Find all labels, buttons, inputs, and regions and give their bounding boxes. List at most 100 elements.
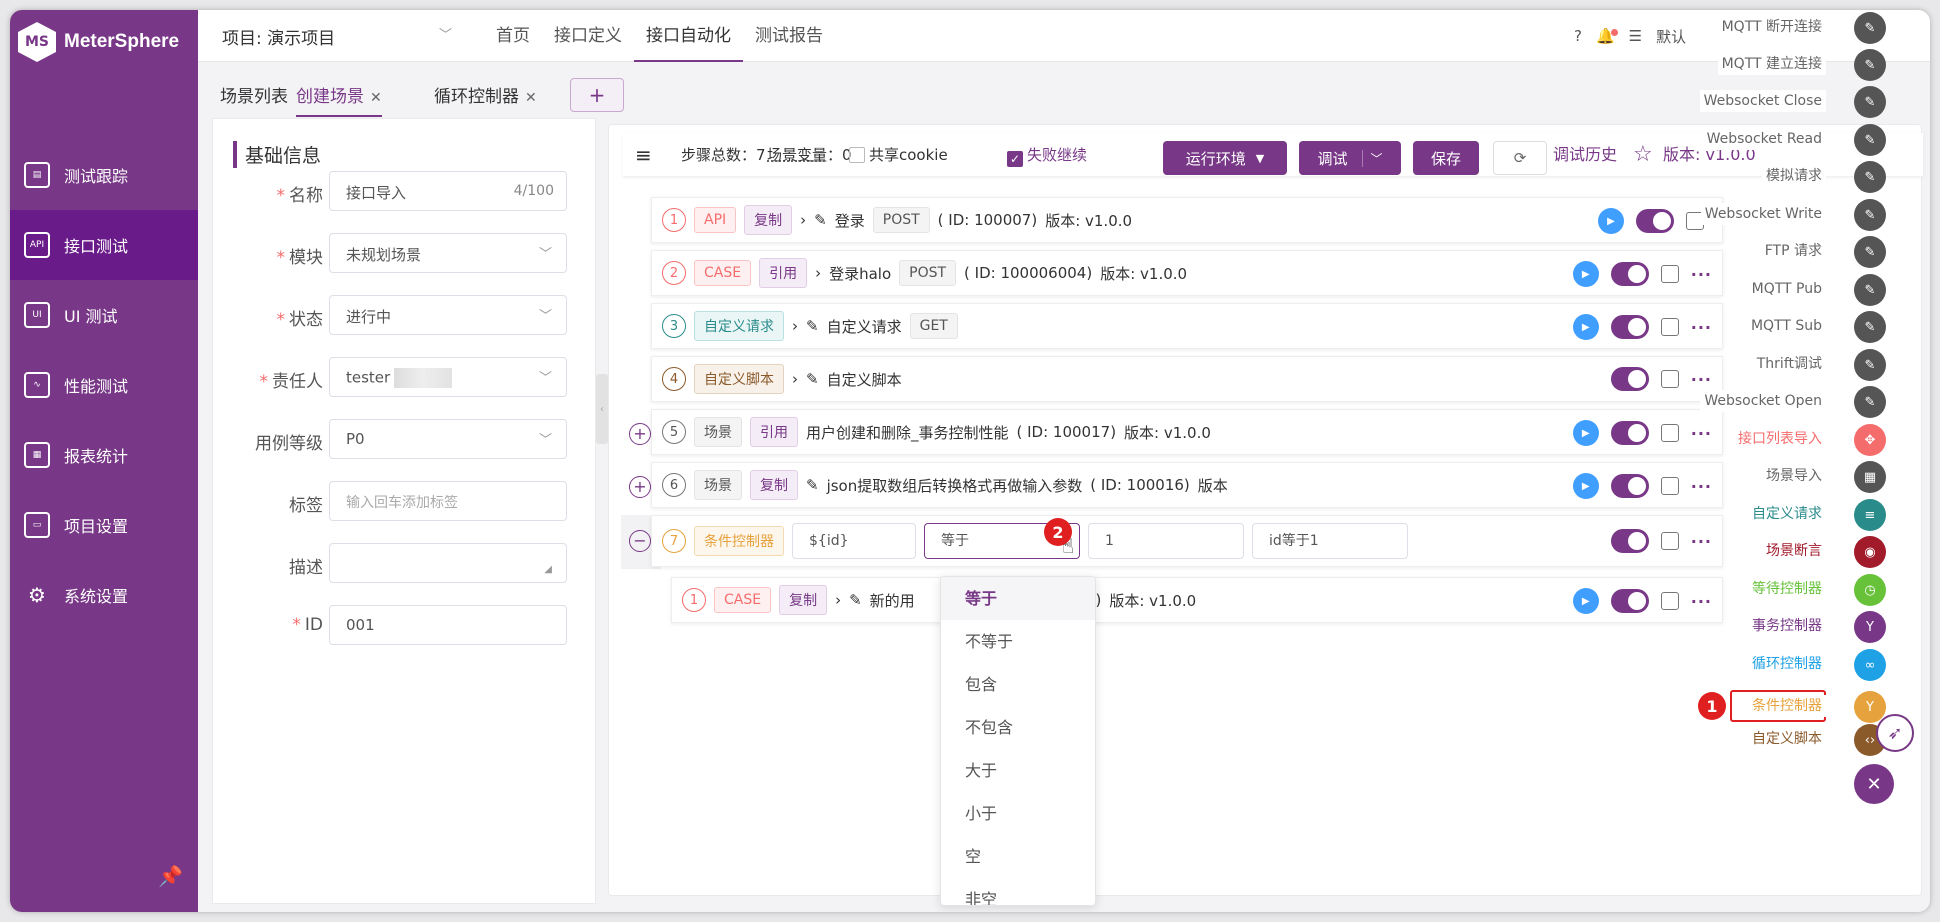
copy-icon[interactable] [1660,477,1679,495]
tab-scene-list[interactable]: 场景列表 [220,82,288,107]
sidebar-item-project-settings[interactable]: ▭ 项目设置 [10,490,198,560]
collapse-icon[interactable]: − [629,530,651,552]
operator-option[interactable]: 包含 [941,663,1095,706]
chevron-right-icon[interactable]: › [835,591,841,609]
operator-option[interactable]: 不等于 [941,620,1095,663]
edit-icon[interactable]: ✎ [1854,12,1886,44]
save-button[interactable]: 保存 [1413,141,1479,175]
enable-toggle[interactable] [1610,589,1649,613]
star-icon[interactable]: ☆ [1633,133,1653,177]
branch-icon[interactable]: Y [1854,611,1886,643]
float-item-mqtt-pub[interactable]: MQTT Pub [1747,278,1826,300]
project-selector[interactable]: 项目: 演示项目 ﹀ [222,24,452,49]
close-menu-button[interactable]: ✕ [1854,764,1894,804]
clock-icon[interactable]: ◷ [1854,574,1886,606]
float-item-thrift[interactable]: Thrift调试 [1752,353,1826,375]
add-tab-button[interactable]: + [570,78,624,112]
copy-icon[interactable] [1660,318,1679,336]
expand-icon[interactable]: + [629,476,651,498]
operator-option[interactable]: 大于 [941,749,1095,792]
float-item-wait-controller[interactable]: 等待控制器 [1748,578,1826,600]
condition-value-input[interactable]: 1 [1088,523,1244,559]
tag-input[interactable]: 输入回车添加标签 [329,481,567,521]
edit-icon[interactable]: ✎ [1854,86,1886,118]
copy-icon[interactable] [1660,265,1679,283]
top-nav-api-definition[interactable]: 接口定义 [542,10,634,62]
debug-button[interactable]: 调试 ﹀ [1299,141,1401,175]
chevron-right-icon[interactable]: › [800,211,806,229]
edit-icon[interactable]: ✎ [814,211,827,229]
operator-option[interactable]: 空 [941,835,1095,878]
condition-remark-input[interactable]: id等于1 [1252,523,1408,559]
edit-icon[interactable]: ✎ [849,591,862,609]
menu-icon[interactable]: ≡ [635,133,652,177]
edit-icon[interactable]: ✎ [1854,349,1886,381]
step-row[interactable]: 1 API 复制 › ✎ 登录 POST ( ID: 100007) 版本: v1… [651,197,1723,243]
name-input[interactable]: 接口导入 4/100 [329,171,567,211]
module-select[interactable]: 未规划场景 ﹀ [329,233,567,273]
task-list-icon[interactable]: ☰ [1629,27,1642,45]
top-nav-api-automation[interactable]: 接口自动化 [634,10,743,62]
sidebar-item-system-settings[interactable]: ⚙ 系统设置 [10,560,198,630]
float-item-if-controller[interactable]: 条件控制器 [1748,695,1826,717]
run-environment-button[interactable]: 运行环境 ▼ [1163,141,1287,175]
operator-option[interactable]: 不包含 [941,706,1095,749]
collapse-handle[interactable]: ‹ [596,374,608,444]
step-row[interactable]: 5 场景 引用 用户创建和删除_事务控制性能 ( ID: 100017) 版本:… [651,409,1723,455]
copy-icon[interactable] [1660,424,1679,442]
condition-variable-input[interactable]: ${id} [792,523,916,559]
float-item-transaction-controller[interactable]: 事务控制器 [1748,615,1826,637]
copy-icon[interactable] [1660,532,1679,550]
bell-icon[interactable]: 🔔 [1596,27,1618,45]
edit-icon[interactable]: ✎ [1854,386,1886,418]
sidebar-item-report[interactable]: ▦ 报表统计 [10,420,198,490]
float-item-mqtt-connect[interactable]: MQTT 建立连接 [1717,53,1826,75]
float-item-mock-request[interactable]: 模拟请求 [1762,165,1826,187]
share-cookie-checkbox[interactable]: 共享cookie [849,133,948,177]
edit-icon[interactable]: ✎ [1854,199,1886,231]
more-icon[interactable]: ··· [1691,424,1712,443]
step-row[interactable]: 2 CASE 引用 › 登录halo POST ( ID: 100006004)… [651,250,1723,296]
copy-icon[interactable] [1660,370,1679,388]
condition-controller-row[interactable]: 7 条件控制器 ${id} 等于︿ 1 id等于1 ··· [651,515,1723,567]
float-item-ftp[interactable]: FTP 请求 [1760,240,1826,262]
chevron-right-icon[interactable]: › [792,370,798,388]
play-icon[interactable]: ▶ [1572,420,1599,446]
close-icon[interactable]: ✕ [370,90,382,106]
step-row[interactable]: 1 CASE 复制 › ✎新的用 0007003) 版本: v1.0.0 ▶··… [671,577,1723,623]
logo[interactable]: MS MeterSphere [18,16,179,68]
more-icon[interactable]: ··· [1691,318,1712,337]
play-icon[interactable]: ▶ [1572,261,1599,287]
operator-option[interactable]: 等于 [941,577,1095,620]
float-item-custom-request[interactable]: 自定义请求 [1748,503,1826,525]
tab-create-scene[interactable]: 创建场景 ✕ [296,82,382,117]
more-icon[interactable]: ··· [1691,265,1712,284]
step-row[interactable]: 6 场景 复制 ✎ json提取数组后转换格式再做输入参数 ( ID: 10001… [651,462,1723,508]
help-icon[interactable]: ? [1574,27,1582,45]
fail-continue-checkbox[interactable]: ✓ 失败继续 [1007,133,1087,177]
tab-loop-controller[interactable]: 循环控制器 ✕ [434,82,537,107]
enable-toggle[interactable] [1610,474,1649,498]
float-item-mqtt-disconnect[interactable]: MQTT 断开连接 [1717,16,1826,38]
more-icon[interactable]: ··· [1691,592,1712,611]
sliders-icon[interactable]: ≡ [1854,499,1886,531]
edit-icon[interactable]: ✎ [806,317,819,335]
loop-icon[interactable]: ∞ [1854,649,1886,681]
edit-icon[interactable]: ✎ [1854,311,1886,343]
description-textarea[interactable]: ◢ [329,543,567,583]
more-icon[interactable]: ··· [1691,370,1712,389]
float-item-ws-read[interactable]: Websocket Read [1702,128,1826,150]
step-row[interactable]: 3 自定义请求 › ✎ 自定义请求 GET ▶ ··· [651,303,1723,349]
more-icon[interactable]: ··· [1691,477,1712,496]
close-icon[interactable]: ✕ [525,90,537,106]
edit-icon[interactable]: ✎ [1854,161,1886,193]
play-icon[interactable]: ▶ [1598,208,1624,234]
enable-toggle[interactable] [1610,421,1649,445]
float-item-mqtt-sub[interactable]: MQTT Sub [1746,315,1826,337]
refresh-button[interactable]: ⟳ [1493,141,1547,175]
edit-icon[interactable]: ✎ [1854,236,1886,268]
operator-option[interactable]: 小于 [941,792,1095,835]
play-icon[interactable]: ▶ [1572,314,1599,340]
float-item-scene-assertion[interactable]: 场景断言 [1762,540,1826,562]
play-icon[interactable]: ▶ [1572,588,1599,614]
